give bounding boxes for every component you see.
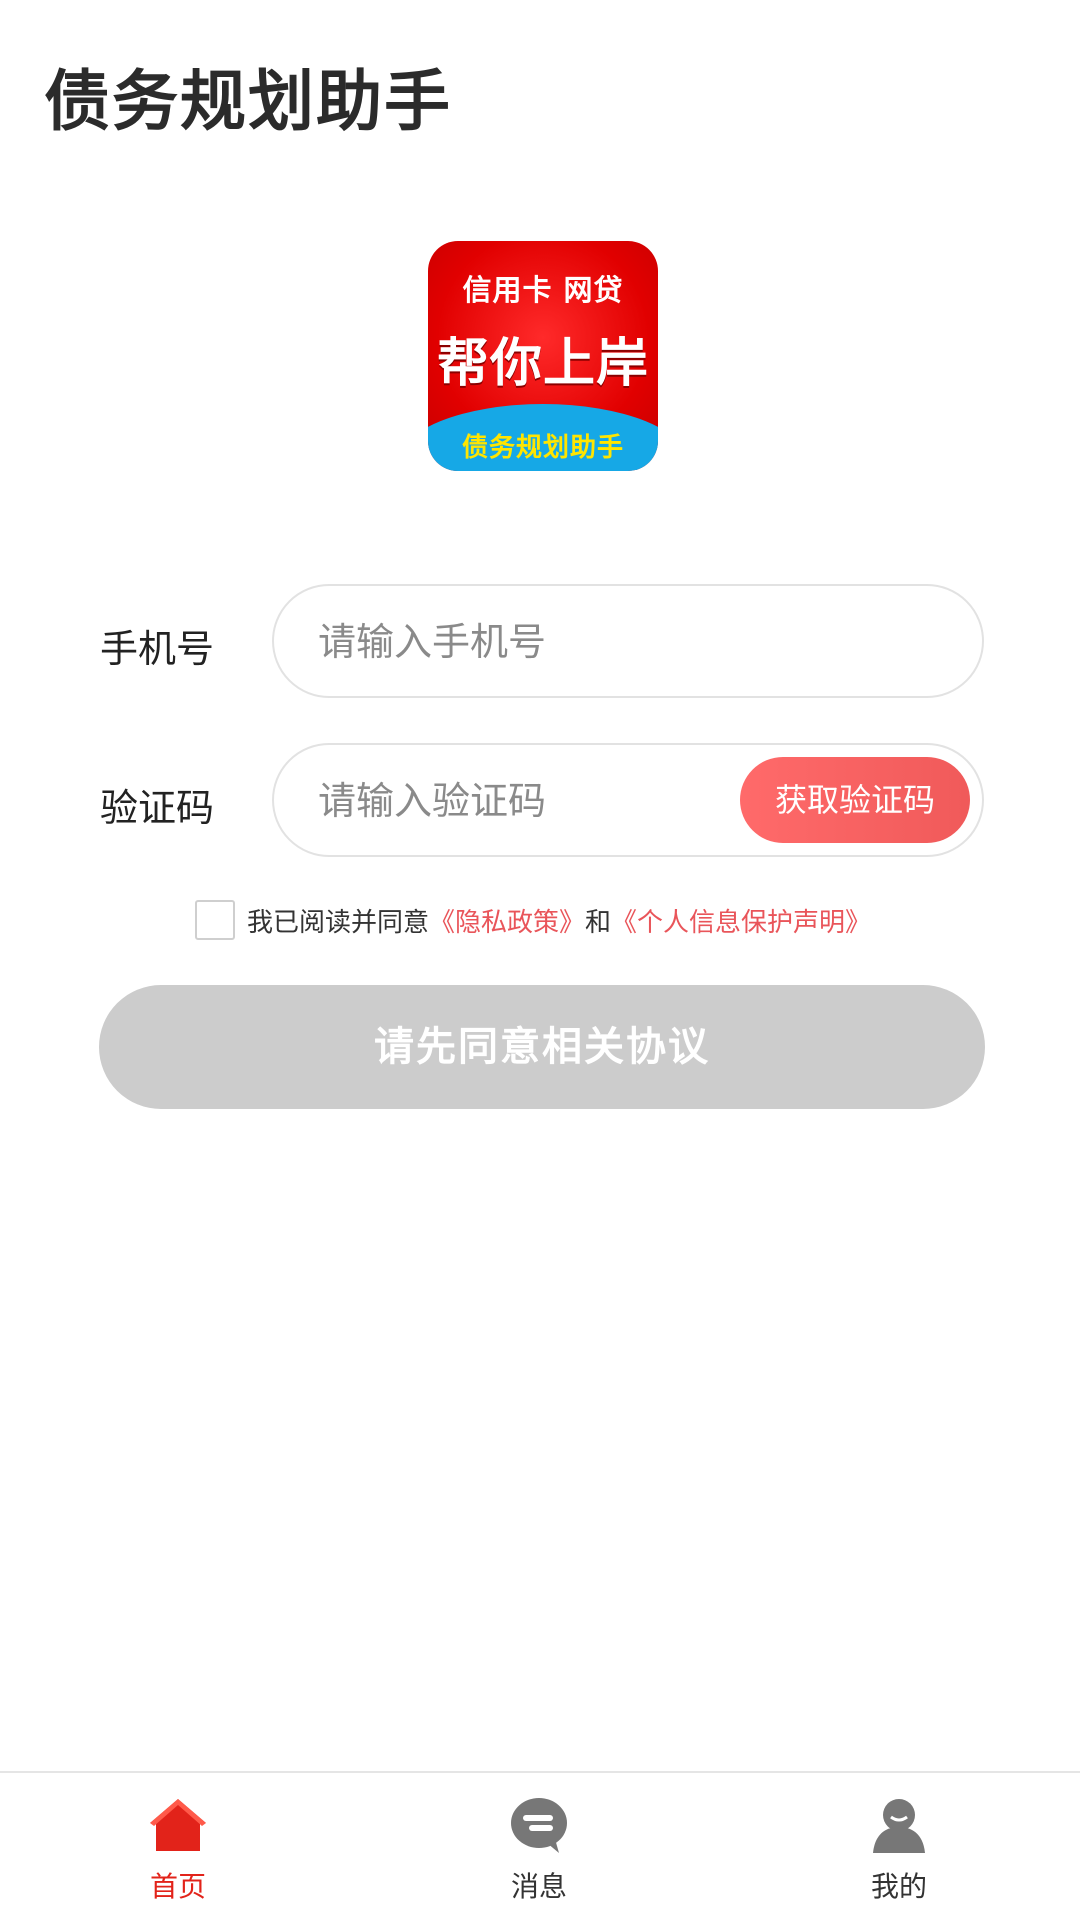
get-code-button[interactable]: 获取验证码: [740, 757, 970, 843]
nav-label-messages: 消息: [510, 1870, 567, 1903]
agreement-row: 我已阅读并同意 《隐私政策》 和 《个人信息保护声明》: [195, 900, 871, 940]
phone-field-box: [272, 584, 984, 698]
nav-item-messages[interactable]: 消息: [449, 1793, 629, 1905]
login-page: 债务规划助手 信用卡 网贷 帮你上岸 债务规划助手 手机号 验证码 获取验证码 …: [0, 0, 1080, 1920]
logo-line-1: 信用卡 网贷: [462, 273, 624, 307]
page-title: 债务规划助手: [44, 63, 452, 140]
agree-checkbox[interactable]: [195, 900, 235, 940]
phone-input[interactable]: [316, 586, 720, 698]
logo-line-3: 债务规划助手: [461, 433, 624, 463]
agreement-text: 我已阅读并同意: [247, 907, 430, 938]
agreement-and: 和: [585, 907, 612, 938]
code-label: 验证码: [100, 786, 215, 830]
user-icon: [873, 1799, 925, 1853]
code-input[interactable]: [316, 745, 720, 857]
message-icon: [511, 1798, 567, 1853]
code-field-box: 获取验证码: [272, 743, 984, 857]
logo-line-2: 帮你上岸: [436, 334, 649, 394]
nav-label-mine: 我的: [870, 1870, 927, 1903]
nav-item-home[interactable]: 首页: [88, 1793, 268, 1905]
submit-button[interactable]: 请先同意相关协议: [99, 985, 985, 1109]
nav-item-mine[interactable]: 我的: [809, 1793, 989, 1905]
home-icon: [150, 1799, 206, 1851]
privacy-policy-link[interactable]: 《隐私政策》: [429, 902, 585, 939]
nav-label-home: 首页: [149, 1870, 206, 1903]
phone-label: 手机号: [100, 627, 215, 671]
bottom-nav: 首页 消息 我的: [0, 1771, 1080, 1920]
app-logo: 信用卡 网贷 帮你上岸 债务规划助手: [428, 241, 658, 471]
personal-info-link[interactable]: 《个人信息保护声明》: [611, 902, 871, 939]
